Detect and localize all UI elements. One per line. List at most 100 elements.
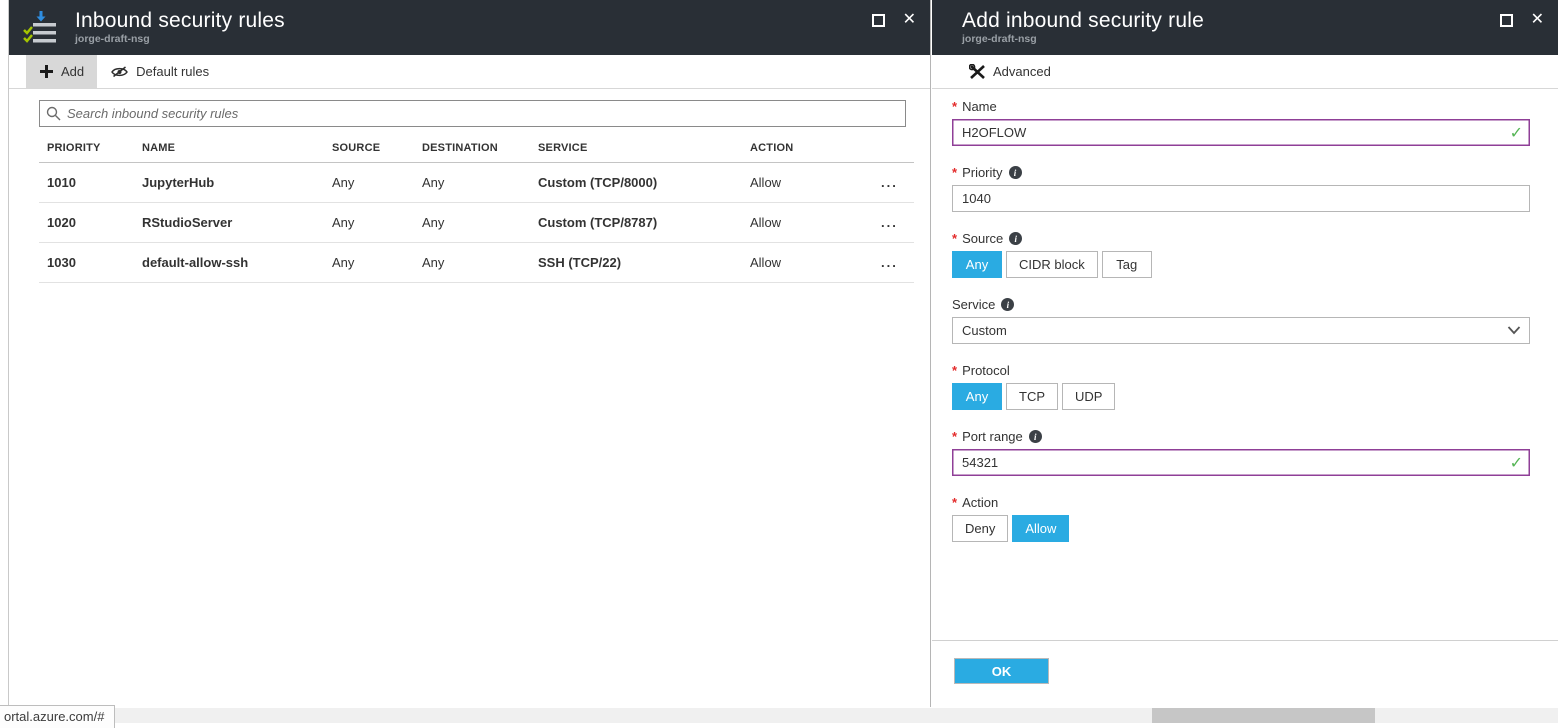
cell-priority: 1030 <box>39 255 134 270</box>
cell-priority: 1020 <box>39 215 134 230</box>
action-label: * Action <box>952 495 1530 510</box>
source-option-any[interactable]: Any <box>952 251 1002 278</box>
port-range-input[interactable] <box>952 449 1530 476</box>
protocol-option-any[interactable]: Any <box>952 383 1002 410</box>
eye-off-icon <box>110 64 129 79</box>
required-marker: * <box>952 429 957 444</box>
required-marker: * <box>952 165 957 180</box>
cell-source: Any <box>324 255 414 270</box>
cell-action: Allow <box>742 215 817 230</box>
table-row[interactable]: 1010 JupyterHub Any Any Custom (TCP/8000… <box>39 163 914 203</box>
left-blade-window-controls: ✕ <box>872 12 916 28</box>
close-icon[interactable]: ✕ <box>903 12 916 28</box>
table-row[interactable]: 1030 default-allow-ssh Any Any SSH (TCP/… <box>39 243 914 283</box>
cell-name: RStudioServer <box>134 215 324 230</box>
left-blade-subtitle: jorge-draft-nsg <box>75 33 285 46</box>
right-blade-toolbar: Advanced <box>932 55 1558 89</box>
scrollbar-thumb[interactable] <box>1152 708 1375 723</box>
left-blade-titles: Inbound security rules jorge-draft-nsg <box>75 9 285 46</box>
cell-source: Any <box>324 215 414 230</box>
priority-field: * Priority i <box>952 165 1530 212</box>
priority-label: * Priority i <box>952 165 1530 180</box>
cell-priority: 1010 <box>39 175 134 190</box>
default-rules-button[interactable]: Default rules <box>97 55 222 88</box>
service-label: Service i <box>952 297 1530 312</box>
table-row[interactable]: 1020 RStudioServer Any Any Custom (TCP/8… <box>39 203 914 243</box>
action-field: * Action Deny Allow <box>952 495 1530 542</box>
ok-button[interactable]: OK <box>954 658 1049 684</box>
col-source: SOURCE <box>324 142 414 154</box>
cell-destination: Any <box>414 215 530 230</box>
priority-input[interactable] <box>952 185 1530 212</box>
right-blade-footer: OK <box>932 640 1558 707</box>
required-marker: * <box>952 363 957 378</box>
row-context-menu-icon[interactable]: ... <box>817 215 914 230</box>
cell-service: SSH (TCP/22) <box>530 255 742 270</box>
inbound-rules-icon <box>21 8 61 48</box>
left-blade-toolbar: Add Default rules <box>9 55 930 89</box>
row-context-menu-icon[interactable]: ... <box>817 175 914 190</box>
maximize-icon[interactable] <box>1500 14 1513 27</box>
table-header-row: PRIORITY NAME SOURCE DESTINATION SERVICE… <box>39 133 914 163</box>
name-label: * Name <box>952 99 1530 114</box>
name-input[interactable] <box>952 119 1530 146</box>
info-icon[interactable]: i <box>1001 298 1014 311</box>
azure-portal-page: Inbound security rules jorge-draft-nsg ✕… <box>0 0 1558 728</box>
maximize-icon[interactable] <box>872 14 885 27</box>
plus-icon <box>39 64 54 79</box>
source-toggle-group: Any CIDR block Tag <box>952 251 1530 278</box>
left-blade-title: Inbound security rules <box>75 9 285 33</box>
info-icon[interactable]: i <box>1009 166 1022 179</box>
col-destination: DESTINATION <box>414 142 530 154</box>
search-area <box>39 100 905 127</box>
rules-table: PRIORITY NAME SOURCE DESTINATION SERVICE… <box>39 133 914 283</box>
valid-check-icon: ✓ <box>1510 453 1523 473</box>
protocol-label: * Protocol <box>952 363 1530 378</box>
cell-destination: Any <box>414 255 530 270</box>
required-marker: * <box>952 231 957 246</box>
search-input[interactable] <box>39 100 906 127</box>
action-option-deny[interactable]: Deny <box>952 515 1008 542</box>
cell-destination: Any <box>414 175 530 190</box>
protocol-field: * Protocol Any TCP UDP <box>952 363 1530 410</box>
chevron-down-icon <box>1507 324 1521 336</box>
cell-service: Custom (TCP/8787) <box>530 215 742 230</box>
protocol-option-udp[interactable]: UDP <box>1062 383 1115 410</box>
source-label: * Source i <box>952 231 1530 246</box>
protocol-option-tcp[interactable]: TCP <box>1006 383 1058 410</box>
add-inbound-rule-blade: Add inbound security rule jorge-draft-ns… <box>932 0 1558 707</box>
valid-check-icon: ✓ <box>1510 123 1523 143</box>
close-icon[interactable]: ✕ <box>1531 12 1544 28</box>
right-blade-title: Add inbound security rule <box>962 9 1204 33</box>
action-option-allow[interactable]: Allow <box>1012 515 1069 542</box>
port-range-field: * Port range i ✓ <box>952 429 1530 476</box>
source-option-cidr[interactable]: CIDR block <box>1006 251 1098 278</box>
source-option-tag[interactable]: Tag <box>1102 251 1152 278</box>
row-context-menu-icon[interactable]: ... <box>817 255 914 270</box>
service-select-value: Custom <box>962 323 1007 338</box>
search-icon <box>46 106 61 121</box>
right-blade-titles: Add inbound security rule jorge-draft-ns… <box>962 9 1204 46</box>
advanced-button[interactable]: Advanced <box>956 55 1064 88</box>
add-rule-form: * Name ✓ * Priority i <box>932 89 1558 542</box>
action-toggle-group: Deny Allow <box>952 515 1530 542</box>
cell-source: Any <box>324 175 414 190</box>
name-field: * Name ✓ <box>952 99 1530 146</box>
info-icon[interactable]: i <box>1009 232 1022 245</box>
add-button[interactable]: Add <box>26 55 97 88</box>
horizontal-scrollbar[interactable] <box>0 708 1558 723</box>
cell-name: default-allow-ssh <box>134 255 324 270</box>
required-marker: * <box>952 495 957 510</box>
protocol-toggle-group: Any TCP UDP <box>952 383 1530 410</box>
cell-action: Allow <box>742 175 817 190</box>
cell-action: Allow <box>742 255 817 270</box>
info-icon[interactable]: i <box>1029 430 1042 443</box>
add-button-label: Add <box>61 64 84 79</box>
default-rules-label: Default rules <box>136 64 209 79</box>
col-action: ACTION <box>742 142 817 154</box>
cell-service: Custom (TCP/8000) <box>530 175 742 190</box>
cell-name: JupyterHub <box>134 175 324 190</box>
service-select[interactable]: Custom <box>952 317 1530 344</box>
right-blade-subtitle: jorge-draft-nsg <box>962 33 1204 46</box>
inbound-security-rules-blade: Inbound security rules jorge-draft-nsg ✕… <box>8 0 931 707</box>
